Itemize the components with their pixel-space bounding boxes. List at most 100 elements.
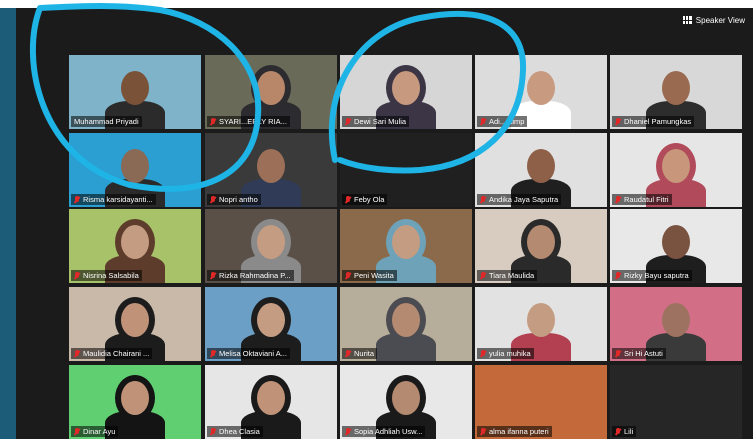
speaker-view-button[interactable]: Speaker View	[682, 13, 745, 27]
participant-face	[257, 225, 285, 259]
participant-tile[interactable]: Lili	[610, 365, 742, 439]
participant-tile[interactable]: Raudatul Fitri	[610, 133, 742, 207]
participant-name: Rizka Rahmadina P...	[219, 271, 291, 280]
participant-tile[interactable]: SYARI...ERLY RIA...	[205, 55, 337, 129]
mic-muted-icon	[345, 117, 351, 126]
participant-name: Dhaniel Pamungkas	[624, 117, 692, 126]
participant-tile[interactable]: Melisa Oktaviani A...	[205, 287, 337, 361]
participant-name: Tiara Maulida	[489, 271, 535, 280]
participant-face	[392, 381, 420, 415]
participant-tile[interactable]: Dhaniel Pamungkas	[610, 55, 742, 129]
participant-name: Nopri antho	[219, 195, 258, 204]
participant-tile[interactable]: Peni Wasita	[340, 209, 472, 283]
participant-tile[interactable]: Muhammad Priyadi	[69, 55, 201, 129]
mic-muted-icon	[345, 271, 351, 280]
participant-name: SYARI...ERLY RIA...	[219, 117, 287, 126]
participant-face	[392, 71, 420, 105]
participant-face	[662, 149, 690, 183]
mic-muted-icon	[74, 349, 80, 358]
mic-muted-icon	[74, 271, 80, 280]
participant-tile[interactable]: Dinar Ayu	[69, 365, 201, 439]
participant-name-tag: Nurita	[342, 348, 378, 359]
participant-name-tag: Dhaniel Pamungkas	[612, 116, 695, 127]
participant-name: Dinar Ayu	[83, 427, 116, 436]
participant-name-tag: Tiara Maulida	[477, 270, 538, 281]
participant-name-tag: Risma karsidayanti...	[71, 194, 156, 205]
participant-tile[interactable]: Andika Jaya Saputra	[475, 133, 607, 207]
participant-tile[interactable]: Nopri antho	[205, 133, 337, 207]
participant-name: Andika Jaya Saputra	[489, 195, 559, 204]
mic-muted-icon	[210, 427, 216, 436]
participant-tile[interactable]: Sopia Adhliah Usw...	[340, 365, 472, 439]
participant-name-tag: Rizky Bayu saputra	[612, 270, 692, 281]
participant-face	[121, 381, 149, 415]
participant-name-tag: Dewi Sari Mulia	[342, 116, 410, 127]
participant-tile[interactable]: Dhea Clasia	[205, 365, 337, 439]
participant-name-tag: Sopia Adhliah Usw...	[342, 426, 426, 437]
mic-muted-icon	[210, 349, 216, 358]
participant-name: Risma karsidayanti...	[83, 195, 153, 204]
participant-tile[interactable]: Tiara Maulida	[475, 209, 607, 283]
participant-face	[527, 303, 555, 337]
participant-tile[interactable]: Dewi Sari Mulia	[340, 55, 472, 129]
participant-name: Rizky Bayu saputra	[624, 271, 689, 280]
mic-muted-icon	[74, 195, 80, 204]
participant-tile[interactable]: yulia muhika	[475, 287, 607, 361]
participant-name-tag: Sri Hi Astuti	[612, 348, 666, 359]
participant-tile[interactable]: alma ifanna puteri	[475, 365, 607, 439]
participant-face	[121, 149, 149, 183]
participant-face	[257, 71, 285, 105]
mic-muted-icon	[210, 271, 216, 280]
participant-name: Adi...atimp	[489, 117, 525, 126]
participant-face	[527, 225, 555, 259]
participant-face	[392, 225, 420, 259]
mic-muted-icon	[480, 349, 486, 358]
participant-name: alma ifanna puteri	[489, 427, 549, 436]
mic-muted-icon	[480, 271, 486, 280]
mic-muted-icon	[615, 427, 621, 436]
participant-tile[interactable]: Nurita	[340, 287, 472, 361]
participant-name: Dewi Sari Mulia	[354, 117, 407, 126]
participant-tile[interactable]: Risma karsidayanti...	[69, 133, 201, 207]
participant-face	[527, 71, 555, 105]
participant-tile[interactable]: Sri Hi Astuti	[610, 287, 742, 361]
participant-body	[646, 411, 706, 439]
participant-tile[interactable]: Rizky Bayu saputra	[610, 209, 742, 283]
mic-muted-icon	[615, 195, 621, 204]
participant-tile[interactable]: Rizka Rahmadina P...	[205, 209, 337, 283]
participant-face	[662, 303, 690, 337]
participant-name: Muhammad Priyadi	[74, 117, 139, 126]
mic-muted-icon	[480, 117, 486, 126]
participant-tile[interactable]: Maulidia Chairani ...	[69, 287, 201, 361]
participant-name-tag: Peni Wasita	[342, 270, 397, 281]
participant-name: yulia muhika	[489, 349, 531, 358]
participant-tile[interactable]: Feby Ola	[340, 133, 472, 207]
mic-muted-icon	[345, 195, 351, 204]
participant-name: Lili	[624, 427, 634, 436]
participant-name: Melisa Oktaviani A...	[219, 349, 287, 358]
participant-name-tag: Dinar Ayu	[71, 426, 119, 437]
mic-muted-icon	[615, 349, 621, 358]
participant-face	[527, 149, 555, 183]
participant-tile[interactable]: Adi...atimp	[475, 55, 607, 129]
participant-name-tag: Melisa Oktaviani A...	[207, 348, 290, 359]
mic-muted-icon	[210, 117, 216, 126]
left-strip	[0, 8, 16, 439]
mic-muted-icon	[615, 117, 621, 126]
participant-name-tag: Andika Jaya Saputra	[477, 194, 562, 205]
meeting-window: Speaker View Muhammad Priyadi SYARI...ERL…	[16, 8, 753, 439]
participant-name: Raudatul Fitri	[624, 195, 669, 204]
participant-face	[392, 303, 420, 337]
mic-muted-icon	[210, 195, 216, 204]
participant-face	[392, 149, 420, 183]
mic-muted-icon	[480, 427, 486, 436]
participant-name-tag: Rizka Rahmadina P...	[207, 270, 294, 281]
participant-name-tag: Adi...atimp	[477, 116, 528, 127]
participant-name: Nurita	[354, 349, 375, 358]
participant-name-tag: Lili	[612, 426, 637, 437]
participant-name-tag: Dhea Clasia	[207, 426, 263, 437]
mic-muted-icon	[74, 427, 80, 436]
participant-name-tag: Raudatul Fitri	[612, 194, 672, 205]
participant-name: Peni Wasita	[354, 271, 394, 280]
participant-tile[interactable]: Nisrina Salsabila	[69, 209, 201, 283]
